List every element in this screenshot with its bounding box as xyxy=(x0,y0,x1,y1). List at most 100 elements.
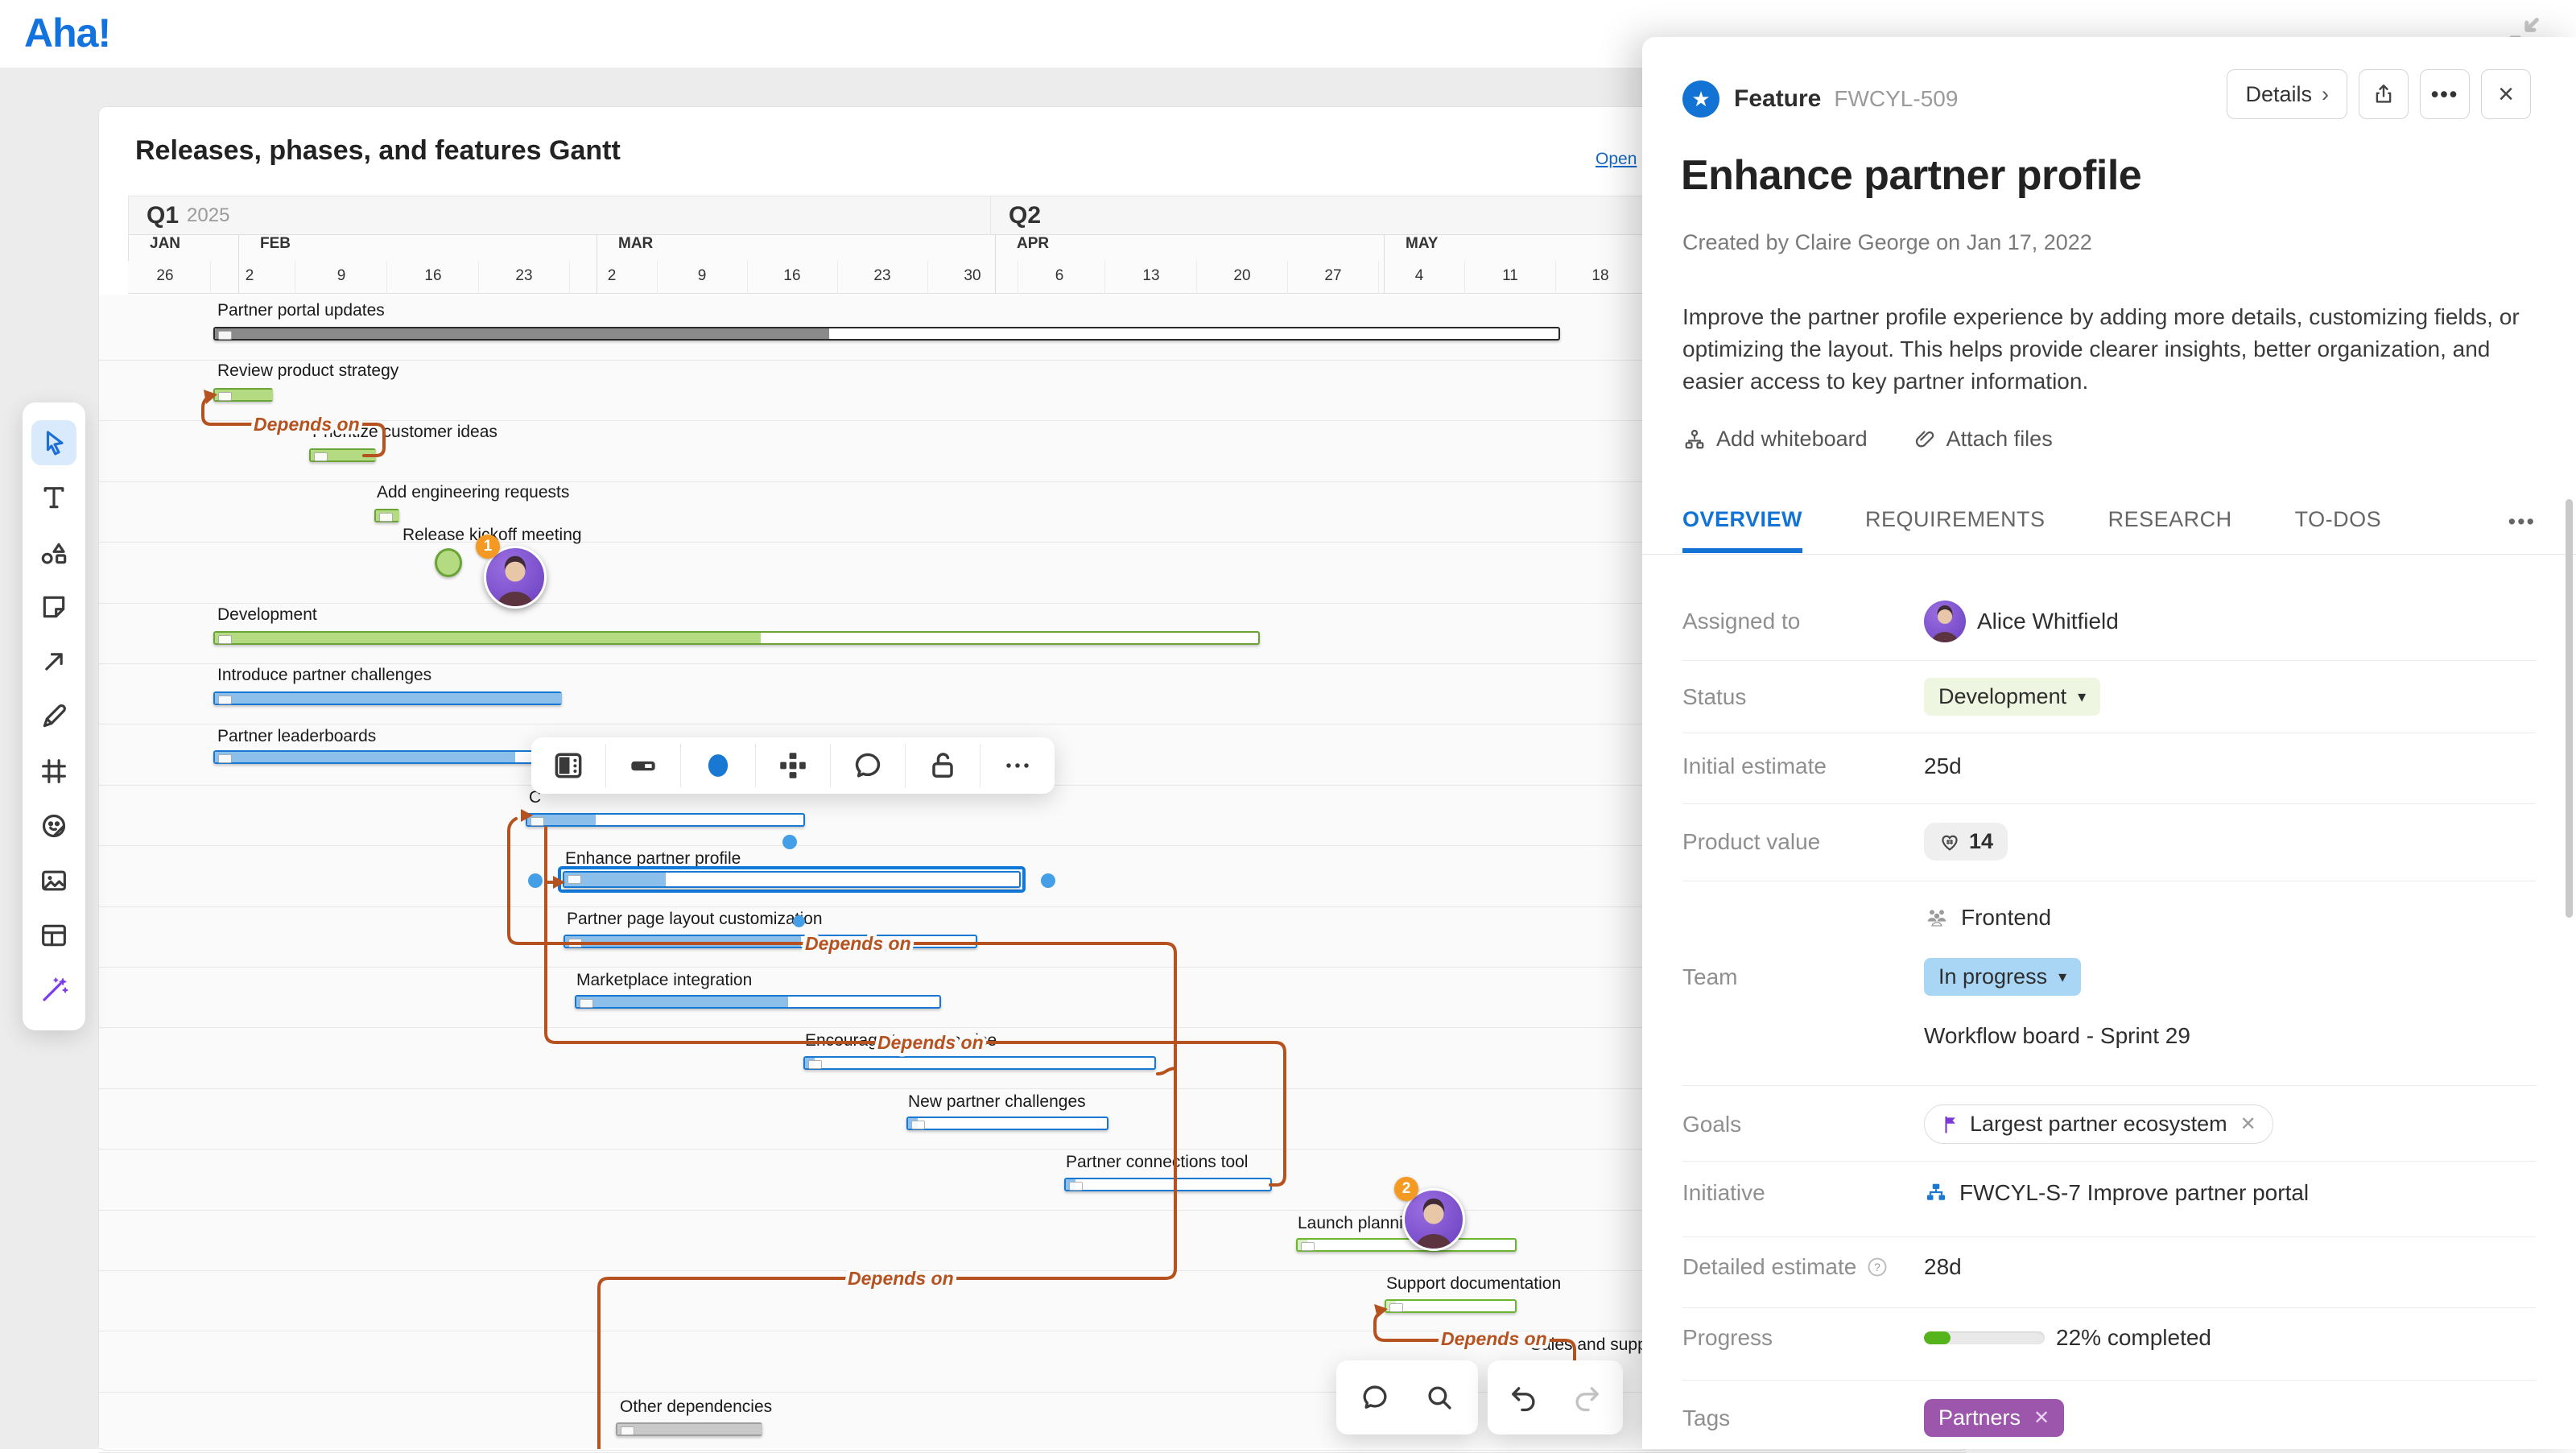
tick-separator xyxy=(386,261,387,294)
tool-layout-icon[interactable] xyxy=(31,913,76,958)
milestone-release-kickoff-meeting[interactable] xyxy=(435,548,462,577)
tick-separator xyxy=(927,261,928,294)
gantt-bar-review-product-strategy[interactable] xyxy=(213,388,273,402)
remove-goal-icon[interactable]: ✕ xyxy=(2240,1112,2256,1136)
gantt-bar-encourage-team-exercise[interactable] xyxy=(803,1056,1156,1070)
gantt-row-label-marketplace-integration: Marketplace integration xyxy=(576,971,752,990)
detailed-estimate-value[interactable]: 28d xyxy=(1924,1254,1962,1280)
tab-research[interactable]: RESEARCH xyxy=(2108,507,2232,553)
more-icon[interactable] xyxy=(980,737,1055,794)
more-actions-icon[interactable]: ••• xyxy=(2420,69,2470,119)
timeline-quarter: Q12025 xyxy=(128,196,990,235)
tabs-overflow-icon[interactable]: ••• xyxy=(2508,510,2536,551)
tick-separator xyxy=(478,261,479,294)
tab-overview[interactable]: OVERVIEW xyxy=(1682,507,1802,553)
product-value-score[interactable]: 14 xyxy=(1924,823,2008,861)
presence-dot xyxy=(793,915,805,927)
selection-handle[interactable] xyxy=(528,873,543,888)
timeline-month: APR xyxy=(995,235,1384,261)
tab-to-dos[interactable]: TO-DOS xyxy=(2295,507,2382,553)
attach-files-button[interactable]: Attach files xyxy=(1913,427,2053,452)
gantt-bar-c[interactable] xyxy=(526,813,805,827)
gantt-bar-support-documentation[interactable] xyxy=(1385,1299,1517,1313)
lock-open-icon[interactable] xyxy=(906,737,980,794)
record-type-chip xyxy=(808,1060,822,1069)
field-product-value: Product value 14 xyxy=(1682,823,2536,861)
share-icon[interactable] xyxy=(2359,69,2409,119)
tick-separator xyxy=(657,261,658,294)
gantt-row-label-introduce-partner-challenges: Introduce partner challenges xyxy=(217,666,431,685)
undo-icon[interactable] xyxy=(1498,1372,1550,1423)
record-type-chip xyxy=(568,939,582,947)
tool-arrow-tool-icon[interactable] xyxy=(31,639,76,684)
gantt-row-label-development: Development xyxy=(217,605,317,625)
status-dropdown[interactable]: Development▾ xyxy=(1924,678,2100,716)
tool-frame-icon[interactable] xyxy=(31,749,76,794)
help-icon: ? xyxy=(1866,1256,1889,1278)
selection-frame[interactable] xyxy=(558,866,1026,893)
gantt-row-label-add-engineering-requests: Add engineering requests xyxy=(377,483,569,502)
workflow-board-link[interactable]: Workflow board - Sprint 29 xyxy=(1924,1023,2190,1049)
color-swatch-icon[interactable] xyxy=(681,737,755,794)
record-type-chip xyxy=(218,754,232,763)
open-link[interactable]: Open xyxy=(1596,150,1637,169)
move-icon[interactable] xyxy=(756,737,830,794)
initial-estimate-value[interactable]: 25d xyxy=(1924,753,1962,779)
selection-handle[interactable] xyxy=(782,835,797,849)
gantt-bar-development[interactable] xyxy=(213,631,1260,645)
tool-shapes-icon[interactable] xyxy=(31,530,76,575)
remove-tag-icon[interactable]: ✕ xyxy=(2033,1406,2050,1430)
tool-sticky-note-icon[interactable] xyxy=(31,584,76,629)
record-type-chip xyxy=(218,696,232,704)
goal-chip[interactable]: Largest partner ecosystem ✕ xyxy=(1924,1104,2273,1144)
bar-style-icon[interactable] xyxy=(606,737,680,794)
tab-requirements[interactable]: REQUIREMENTS xyxy=(1865,507,2046,553)
svg-text:?: ? xyxy=(1874,1261,1880,1273)
week-tick: 6 xyxy=(1055,267,1064,285)
search-icon[interactable] xyxy=(1414,1372,1465,1423)
assignee-name: Alice Whitfield xyxy=(1977,609,2119,634)
initiative-icon xyxy=(1924,1181,1948,1205)
gantt-bar-marketplace-integration[interactable] xyxy=(575,995,941,1009)
selection-handle[interactable] xyxy=(1041,873,1055,888)
tool-image-icon[interactable] xyxy=(31,858,76,903)
created-line: Created by Claire George on Jan 17, 2022 xyxy=(1682,230,2092,255)
field-progress: Progress 22% completed xyxy=(1682,1325,2536,1351)
redo-icon[interactable] xyxy=(1561,1372,1612,1423)
gantt-bar-partner-page-layout-customization[interactable] xyxy=(564,935,977,948)
add-whiteboard-button[interactable]: Add whiteboard xyxy=(1682,427,1868,452)
comment-icon[interactable] xyxy=(831,737,905,794)
week-tick: 27 xyxy=(1324,267,1341,285)
close-icon[interactable]: × xyxy=(2481,69,2531,119)
gantt-bar-other-dependencies[interactable] xyxy=(616,1422,762,1436)
tool-pen-icon[interactable] xyxy=(31,694,76,739)
gantt-bar-partner-connections-tool[interactable] xyxy=(1064,1178,1272,1191)
gantt-row-label-partner-leaderboards: Partner leaderboards xyxy=(217,727,376,746)
gantt-row-label-partner-page-layout-customization: Partner page layout customization xyxy=(567,910,823,929)
week-tick: 2 xyxy=(608,267,617,285)
tool-text-tool-icon[interactable] xyxy=(31,475,76,520)
tag-chip[interactable]: Partners✕ xyxy=(1924,1399,2064,1437)
tool-magic-wand-icon[interactable] xyxy=(31,968,76,1013)
gantt-bar-partner-portal-updates[interactable] xyxy=(213,327,1560,341)
sprint-status-dropdown[interactable]: In progress▾ xyxy=(1924,958,2081,996)
tool-cursor-icon[interactable] xyxy=(31,420,76,465)
panel-scrollbar[interactable] xyxy=(2566,499,2573,918)
record-type-chip xyxy=(911,1121,925,1129)
comment-icon[interactable] xyxy=(1349,1372,1401,1423)
gantt-bar-prioritize-customer-ideas[interactable] xyxy=(309,448,376,462)
gantt-bar-new-partner-challenges[interactable] xyxy=(906,1117,1108,1130)
gantt-bar-add-engineering-requests[interactable] xyxy=(374,509,399,522)
gantt-row-label-partner-portal-updates: Partner portal updates xyxy=(217,301,385,320)
record-type-chip xyxy=(530,817,544,826)
details-button[interactable]: Details› xyxy=(2227,69,2347,119)
gantt-bar-partner-leaderboards[interactable] xyxy=(213,750,564,764)
gantt-bar-introduce-partner-challenges[interactable] xyxy=(213,691,562,705)
feature-description[interactable]: Improve the partner profile experience b… xyxy=(1682,301,2524,398)
team-value[interactable]: Frontend xyxy=(1924,905,2190,931)
gantt-row-label-other-dependencies: Other dependencies xyxy=(620,1397,772,1417)
card-style-icon[interactable] xyxy=(531,737,605,794)
week-tick: 13 xyxy=(1142,267,1159,285)
tool-sticker-icon[interactable] xyxy=(31,803,76,848)
gantt-bar-enhance-partner-profile[interactable] xyxy=(563,871,1021,888)
